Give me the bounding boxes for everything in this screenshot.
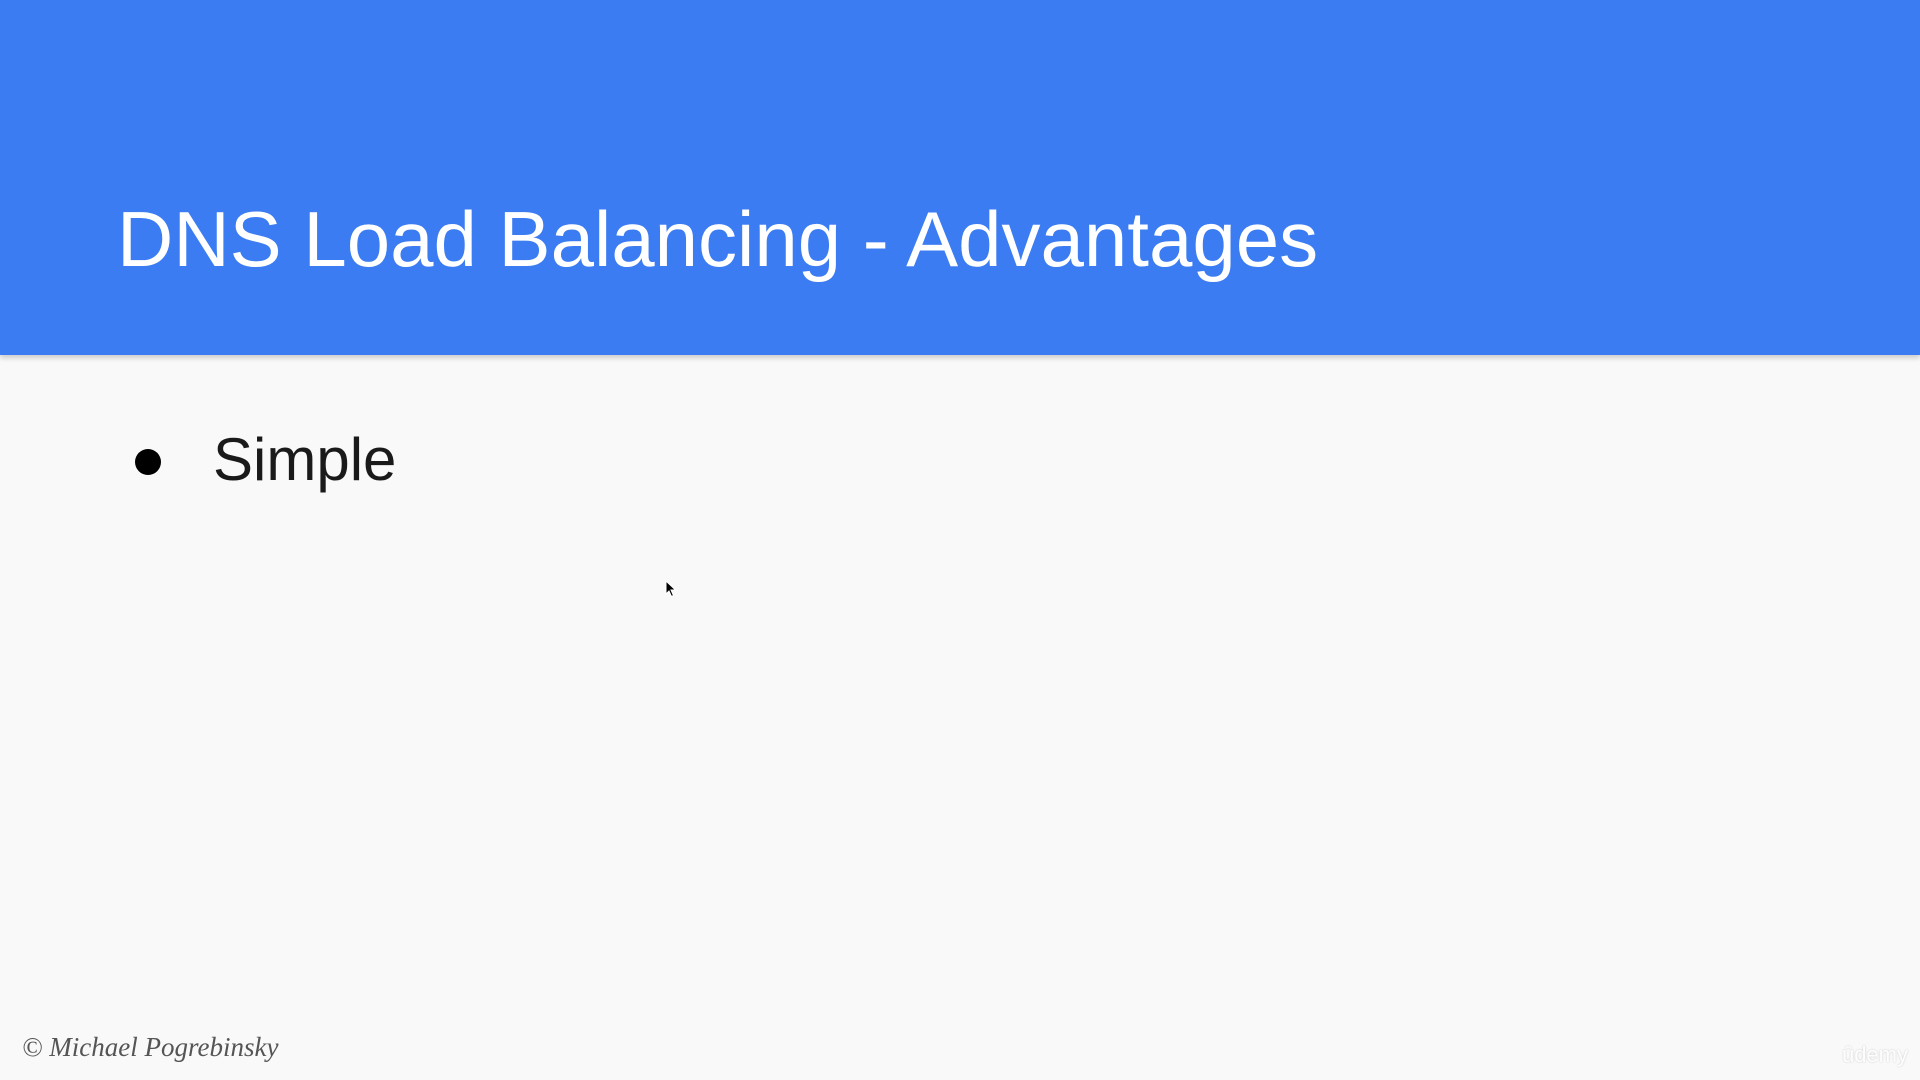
bullet-text: Simple [213,426,397,493]
slide-title: DNS Load Balancing - Advantages [117,195,1319,283]
slide: DNS Load Balancing - Advantages Simple ©… [0,0,1920,1080]
mouse-pointer-icon [665,580,677,598]
udemy-watermark: ûdemy [1841,1042,1908,1067]
copyright-text: © Michael Pogrebinsky [22,1032,279,1062]
bullet-icon [135,449,161,475]
slide-header: DNS Load Balancing - Advantages [0,0,1920,355]
